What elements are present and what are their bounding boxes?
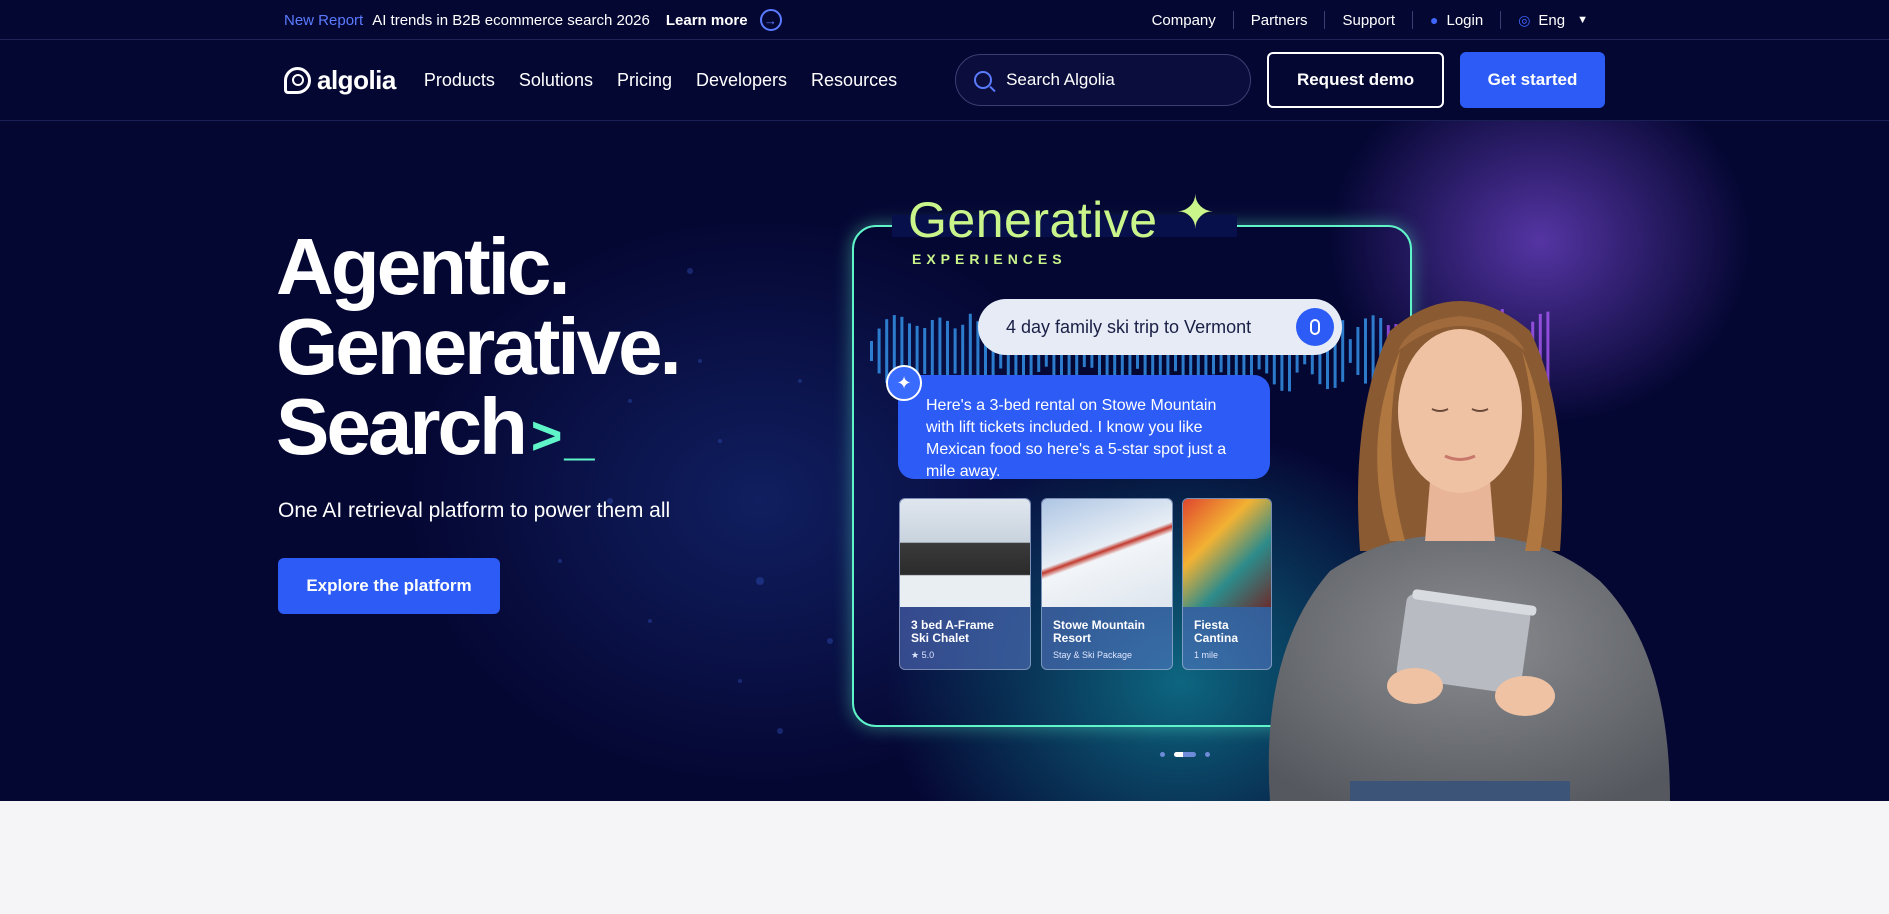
card-name: 3 bed A-Frame Ski Chalet	[911, 618, 994, 645]
learn-more-link[interactable]: Learn more	[666, 12, 748, 29]
main-nav: algolia Products Solutions Pricing Devel…	[0, 40, 1889, 121]
nav-item-solutions[interactable]: Solutions	[519, 70, 593, 91]
announcement[interactable]: New Report AI trends in B2B ecommerce se…	[284, 9, 782, 31]
nav-item-products[interactable]: Products	[424, 70, 495, 91]
hero-line-search-text: Search	[276, 382, 528, 471]
carousel-dot[interactable]	[1160, 752, 1165, 757]
algolia-logo-icon	[284, 66, 311, 94]
card-meta: Stay & Ski Package	[1053, 650, 1133, 660]
chevron-down-icon: ▼	[1577, 14, 1588, 26]
below-fold-section	[0, 801, 1889, 914]
request-demo-button[interactable]: Request demo	[1267, 52, 1445, 108]
announcement-bar: New Report AI trends in B2B ecommerce se…	[0, 0, 1889, 40]
search-icon	[974, 71, 993, 89]
login-link[interactable]: ● Login	[1413, 12, 1500, 29]
woman-with-tablet-image	[1268, 301, 1670, 801]
skier-image	[1042, 499, 1172, 607]
chalet-image	[900, 499, 1030, 607]
get-started-button[interactable]: Get started	[1460, 52, 1605, 108]
carousel-dot-active[interactable]	[1174, 752, 1196, 757]
carousel-dots	[1160, 752, 1219, 757]
generative-title: Generative	[908, 192, 1158, 248]
hero-subtitle: One AI retrieval platform to power them …	[278, 499, 671, 522]
nav-item-pricing[interactable]: Pricing	[617, 70, 672, 91]
search-box[interactable]	[955, 54, 1252, 106]
login-label: Login	[1446, 11, 1484, 29]
hero-line-search: Search >_	[276, 387, 679, 467]
card-meta: 1 mile	[1194, 650, 1219, 660]
company-link[interactable]: Company	[1135, 12, 1233, 29]
announcement-text: AI trends in B2B ecommerce search 2026	[372, 11, 650, 29]
arrow-right-icon[interactable]: →	[759, 9, 782, 31]
language-selector[interactable]: ◎ Eng ▼	[1501, 12, 1605, 29]
globe-icon: ◎	[1518, 11, 1531, 28]
hero-section: Agentic. Generative. Search >_ One AI ret…	[0, 121, 1889, 801]
card-name: Stowe Mountain Resort	[1053, 618, 1145, 645]
language-label: Eng	[1538, 11, 1566, 29]
support-link[interactable]: Support	[1325, 12, 1412, 29]
result-card: Stowe Mountain Resort Stay & Ski Package	[1041, 498, 1173, 670]
experiences-label: EXPERIENCES	[912, 251, 1067, 267]
explore-platform-button[interactable]: Explore the platform	[278, 558, 500, 614]
nav-item-developers[interactable]: Developers	[696, 70, 787, 91]
hero-line-generative: Generative.	[276, 302, 682, 391]
partners-link[interactable]: Partners	[1234, 12, 1325, 29]
nav-item-resources[interactable]: Resources	[811, 70, 897, 91]
user-icon: ●	[1430, 12, 1439, 28]
card-meta: ★ 5.0	[911, 650, 935, 660]
algolia-logo[interactable]: algolia	[284, 65, 396, 96]
hero-line-agentic: Agentic.	[276, 222, 571, 311]
announcement-tag: New Report	[284, 11, 364, 29]
ai-answer-bubble: Here's a 3-bed rental on Stowe Mountain …	[898, 375, 1270, 480]
hero-heading: Agentic. Generative. Search >_	[276, 222, 682, 467]
query-text: 4 day family ski trip to Vermont	[1006, 316, 1252, 337]
carousel-dot[interactable]	[1205, 752, 1210, 757]
search-input[interactable]	[1006, 70, 1227, 90]
logo-text: algolia	[317, 64, 396, 95]
ai-sparkle-icon: ✦	[886, 365, 922, 401]
sparkle-icon: ✦	[1176, 186, 1215, 238]
terminal-cursor: >_	[530, 406, 597, 466]
result-card: 3 bed A-Frame Ski Chalet ★ 5.0	[899, 498, 1031, 670]
